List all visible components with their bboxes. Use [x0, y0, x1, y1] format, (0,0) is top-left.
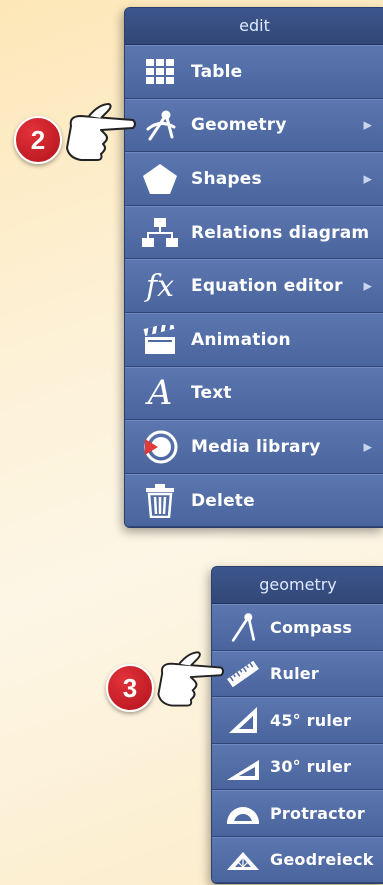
org-chart-icon [137, 217, 183, 249]
menu-item-delete[interactable]: Delete [125, 473, 383, 528]
geometry-menu: geometry Compass Ruler 45° ruler 30° rul… [211, 566, 383, 884]
fx-icon: fx [145, 268, 175, 304]
step-2-badge: 2 [14, 116, 62, 164]
menu-item-label: Delete [191, 490, 255, 511]
menu-item-relations-diagram[interactable]: Relations diagram [125, 205, 383, 260]
menu-item-30-ruler[interactable]: 30° ruler [212, 743, 383, 790]
edit-menu: edit Table Geometry ▶ Shapes ▶ Relations… [124, 7, 383, 529]
menu-item-label: Compass [270, 617, 353, 637]
menu-item-label: Shapes [191, 168, 262, 189]
menu-item-media-library[interactable]: Media library ▶ [125, 420, 383, 474]
table-icon [137, 58, 183, 86]
submenu-arrow-icon: ▶ [363, 279, 372, 293]
menu-item-equation-editor[interactable]: fx Equation editor ▶ [125, 259, 383, 313]
geometry-menu-title: geometry [212, 567, 383, 604]
compass-icon [137, 107, 183, 143]
set-square-30-icon [222, 752, 264, 782]
ruler-icon [222, 659, 264, 689]
menu-item-geodreieck[interactable]: Geodreieck [212, 836, 383, 883]
menu-item-label: Animation [191, 329, 291, 350]
clapperboard-icon [137, 324, 183, 355]
set-square-45-icon [222, 705, 264, 735]
submenu-arrow-icon: ▶ [363, 172, 372, 186]
menu-item-label: 30° ruler [270, 757, 352, 777]
media-library-icon [137, 429, 183, 465]
menu-item-label: Table [191, 61, 243, 82]
menu-item-label: Relations diagram [191, 222, 370, 243]
menu-item-label: 45° ruler [270, 710, 352, 730]
menu-item-geometry[interactable]: Geometry ▶ [125, 98, 383, 153]
submenu-arrow-icon: ▶ [363, 118, 372, 132]
geodreieck-icon [222, 848, 264, 872]
pentagon-icon [137, 163, 183, 195]
menu-item-shapes[interactable]: Shapes ▶ [125, 152, 383, 206]
menu-item-protractor[interactable]: Protractor [212, 790, 383, 837]
step-3-badge: 3 [106, 664, 154, 712]
menu-item-ruler[interactable]: Ruler [212, 650, 383, 697]
submenu-arrow-icon: ▶ [363, 440, 372, 454]
trash-icon [137, 483, 183, 518]
menu-item-animation[interactable]: Animation [125, 312, 383, 367]
menu-item-label: Geometry [191, 115, 287, 136]
pointing-hand-icon [157, 651, 225, 707]
letter-a-icon: A [147, 373, 173, 414]
menu-item-text[interactable]: A Text [125, 366, 383, 421]
menu-item-compass[interactable]: Compass [212, 604, 383, 651]
menu-item-45-ruler[interactable]: 45° ruler [212, 697, 383, 744]
menu-item-label: Text [191, 383, 232, 404]
menu-item-label: Ruler [270, 664, 319, 684]
menu-item-label: Equation editor [191, 276, 343, 297]
menu-item-label: Protractor [270, 803, 365, 823]
menu-item-label: Media library [191, 436, 321, 457]
pointing-hand-icon [66, 103, 136, 161]
menu-item-table[interactable]: Table [125, 45, 383, 99]
menu-item-label: Geodreieck [270, 850, 374, 870]
edit-menu-title: edit [125, 8, 383, 45]
compass-icon [222, 611, 264, 643]
protractor-icon [222, 801, 264, 825]
